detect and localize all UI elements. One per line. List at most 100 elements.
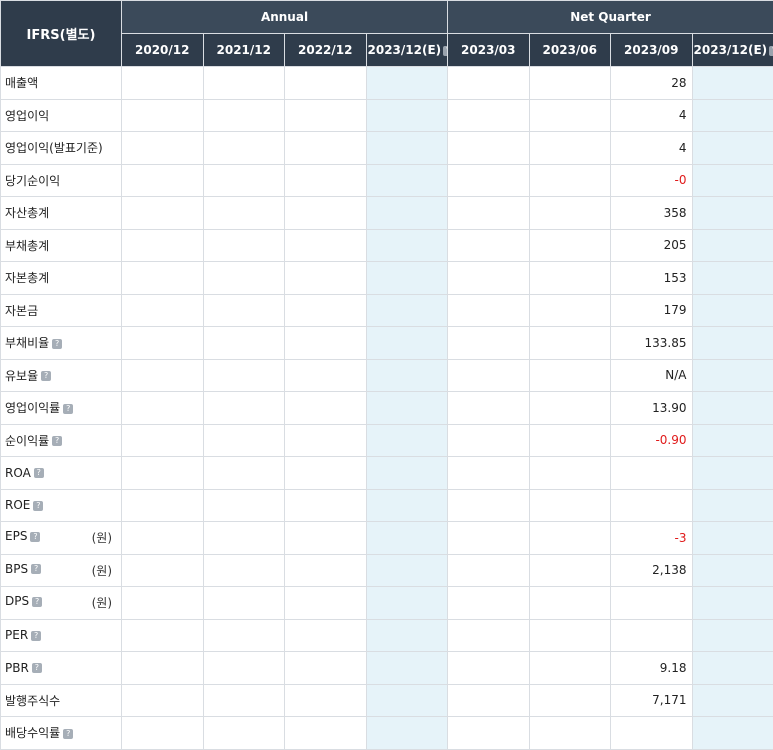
help-icon[interactable]: ? bbox=[52, 339, 62, 349]
value-cell bbox=[448, 717, 530, 750]
table-row: 자본금179 bbox=[1, 294, 773, 327]
value-cell bbox=[366, 457, 448, 490]
value-cell bbox=[122, 587, 204, 620]
value-cell bbox=[122, 164, 204, 197]
value-cell bbox=[692, 457, 773, 490]
row-label-text: 배당수익률 bbox=[5, 726, 60, 740]
value-cell bbox=[692, 652, 773, 685]
row-label-text: 부채총계 bbox=[5, 239, 49, 253]
value-cell bbox=[203, 457, 285, 490]
help-icon[interactable]: ? bbox=[63, 729, 73, 739]
value-cell bbox=[203, 392, 285, 425]
help-icon[interactable]: ? bbox=[33, 501, 43, 511]
value-cell bbox=[285, 359, 367, 392]
period-header-annual-2: 2022/12 bbox=[285, 34, 367, 67]
value-cell bbox=[203, 359, 285, 392]
value-cell: 28 bbox=[611, 67, 693, 100]
value-cell bbox=[529, 132, 611, 165]
value-cell bbox=[529, 652, 611, 685]
value-cell bbox=[448, 164, 530, 197]
value-cell bbox=[529, 619, 611, 652]
value-cell bbox=[122, 424, 204, 457]
value-cell bbox=[611, 587, 693, 620]
help-icon[interactable]: ? bbox=[769, 46, 773, 56]
table-row: 배당수익률? bbox=[1, 717, 773, 750]
value-cell bbox=[366, 164, 448, 197]
row-label: 영업이익(발표기준) bbox=[1, 132, 122, 165]
value-cell bbox=[285, 652, 367, 685]
table-row: 자본총계153 bbox=[1, 262, 773, 295]
help-icon[interactable]: ? bbox=[31, 564, 41, 574]
help-icon[interactable]: ? bbox=[52, 436, 62, 446]
value-cell bbox=[692, 424, 773, 457]
value-cell bbox=[122, 489, 204, 522]
value-cell bbox=[692, 229, 773, 262]
value-cell bbox=[122, 262, 204, 295]
period-label: 2023/06 bbox=[543, 43, 597, 57]
row-label: BPS?(원) bbox=[1, 554, 122, 587]
value-cell bbox=[692, 392, 773, 425]
table-row: 부채비율?133.85 bbox=[1, 327, 773, 360]
value-cell: 205 bbox=[611, 229, 693, 262]
value-cell bbox=[366, 67, 448, 100]
row-label-text: 순이익률 bbox=[5, 434, 49, 448]
value-cell bbox=[448, 684, 530, 717]
value-cell bbox=[122, 652, 204, 685]
value-cell bbox=[203, 489, 285, 522]
value-cell bbox=[366, 587, 448, 620]
help-icon[interactable]: ? bbox=[41, 371, 51, 381]
value-cell bbox=[122, 522, 204, 555]
value-cell bbox=[448, 99, 530, 132]
value-cell bbox=[203, 652, 285, 685]
help-icon[interactable]: ? bbox=[63, 404, 73, 414]
value-cell bbox=[285, 197, 367, 230]
value-cell bbox=[448, 619, 530, 652]
row-label: 유보율? bbox=[1, 359, 122, 392]
help-icon[interactable]: ? bbox=[34, 468, 44, 478]
value-cell bbox=[692, 522, 773, 555]
table-row: 발행주식수7,171 bbox=[1, 684, 773, 717]
period-header-annual-0: 2020/12 bbox=[122, 34, 204, 67]
value-cell bbox=[285, 392, 367, 425]
period-header-quarter-3: 2023/12(E)? bbox=[692, 34, 773, 67]
value-cell bbox=[122, 229, 204, 262]
row-label: 부채비율? bbox=[1, 327, 122, 360]
value-cell bbox=[692, 197, 773, 230]
value-cell bbox=[203, 132, 285, 165]
value-cell bbox=[122, 294, 204, 327]
value-cell bbox=[122, 99, 204, 132]
help-icon[interactable]: ? bbox=[30, 532, 40, 542]
value-cell bbox=[692, 67, 773, 100]
period-label: 2022/12 bbox=[298, 43, 352, 57]
help-icon[interactable]: ? bbox=[443, 46, 447, 56]
annual-group-header: Annual bbox=[122, 1, 448, 34]
row-label: 자본총계 bbox=[1, 262, 122, 295]
value-cell bbox=[692, 554, 773, 587]
value-cell bbox=[692, 327, 773, 360]
row-label-text: 부채비율 bbox=[5, 336, 49, 350]
value-cell bbox=[203, 717, 285, 750]
value-cell bbox=[366, 359, 448, 392]
value-cell bbox=[366, 684, 448, 717]
value-cell bbox=[448, 67, 530, 100]
value-cell: -0 bbox=[611, 164, 693, 197]
value-cell bbox=[285, 522, 367, 555]
value-cell bbox=[285, 327, 367, 360]
value-cell bbox=[366, 652, 448, 685]
row-label: 자본금 bbox=[1, 294, 122, 327]
value-cell bbox=[285, 262, 367, 295]
value-cell bbox=[366, 522, 448, 555]
value-cell bbox=[285, 164, 367, 197]
help-icon[interactable]: ? bbox=[32, 663, 42, 673]
value-cell bbox=[122, 554, 204, 587]
table-row: 당기순이익 -0 bbox=[1, 164, 773, 197]
row-label: ROE? bbox=[1, 489, 122, 522]
value-cell bbox=[122, 67, 204, 100]
help-icon[interactable]: ? bbox=[32, 597, 42, 607]
period-header-quarter-1: 2023/06 bbox=[529, 34, 611, 67]
row-label: 당기순이익 bbox=[1, 164, 122, 197]
value-cell bbox=[448, 457, 530, 490]
value-cell bbox=[366, 619, 448, 652]
value-cell bbox=[529, 164, 611, 197]
help-icon[interactable]: ? bbox=[31, 631, 41, 641]
